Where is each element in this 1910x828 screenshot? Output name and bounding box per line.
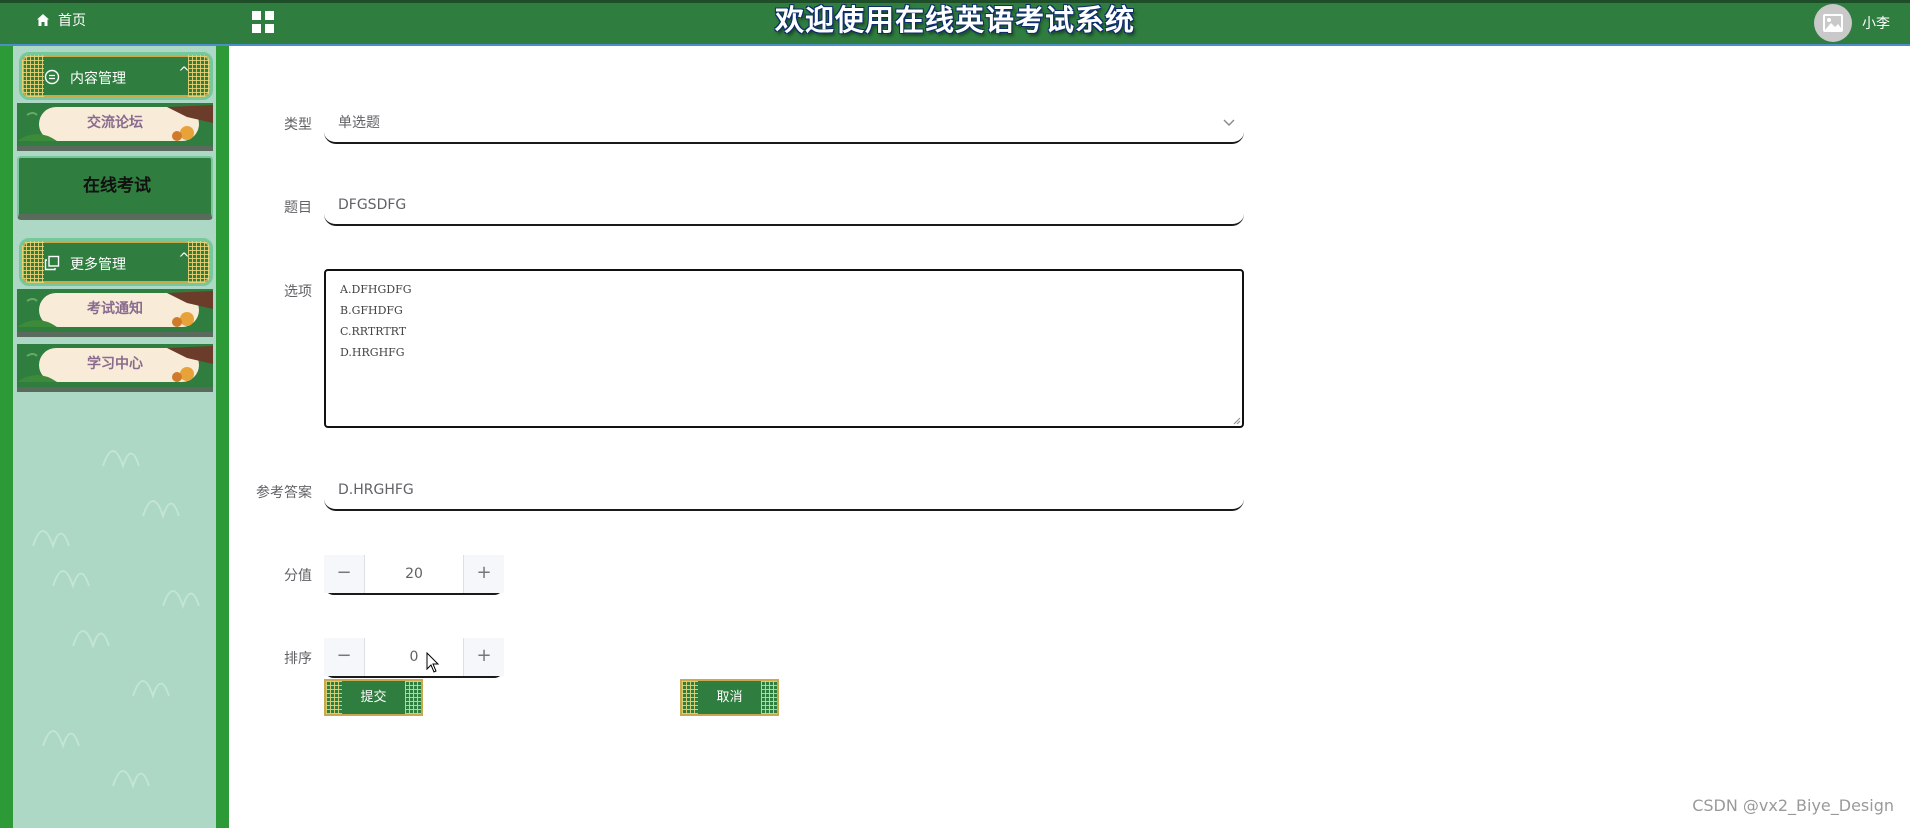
- sidebar-item-label: 学习中心: [87, 356, 143, 372]
- username: 小李: [1862, 16, 1890, 32]
- submit-button[interactable]: 提交: [324, 679, 423, 716]
- score-decrement-button[interactable]: −: [324, 555, 365, 593]
- score-value[interactable]: 20: [364, 555, 464, 593]
- menu-group-label: 更多管理: [70, 257, 126, 273]
- score-stepper[interactable]: − 20 +: [324, 555, 504, 595]
- order-increment-button[interactable]: +: [463, 638, 504, 676]
- order-decrement-button[interactable]: −: [324, 638, 365, 676]
- option-line: B.GFHDFG: [340, 304, 403, 317]
- message-icon: [44, 69, 60, 85]
- option-line: D.HRGHFG: [340, 346, 405, 359]
- cancel-button[interactable]: 取消: [680, 679, 779, 716]
- avatar[interactable]: [1814, 4, 1852, 42]
- order-value[interactable]: 0: [364, 638, 464, 676]
- menu-group-content[interactable]: 内容管理 ^: [19, 52, 213, 100]
- order-stepper[interactable]: − 0 +: [324, 638, 504, 678]
- top-header: 首页 欢迎使用在线英语考试系统 小李: [0, 0, 1910, 46]
- chevron-down-icon: [1223, 119, 1235, 126]
- question-label: 题目: [284, 200, 312, 216]
- chevron-up-icon: ^: [178, 251, 190, 267]
- score-label: 分值: [284, 568, 312, 584]
- sidebar: 内容管理 ^ 交流论坛 在线考试 更多管理 ^ 考试通知 学习中心: [0, 46, 229, 828]
- sidebar-item-study-center[interactable]: 学习中心: [17, 344, 213, 392]
- chevron-up-icon: ^: [178, 65, 190, 81]
- options-label: 选项: [284, 284, 312, 300]
- resize-handle-icon[interactable]: [1233, 417, 1241, 425]
- option-line: C.RRTRTRT: [340, 325, 407, 338]
- options-textarea[interactable]: A.DFHGDFG B.GFHDFG C.RRTRTRT D.HRGHFG: [324, 269, 1244, 428]
- type-select[interactable]: 单选题: [324, 104, 1244, 144]
- watermark: CSDN @vx2_Biye_Design: [1692, 796, 1894, 815]
- mouse-cursor-icon: [426, 652, 440, 673]
- answer-label: 参考答案: [256, 485, 312, 501]
- submit-button-label: 提交: [360, 690, 387, 705]
- site-title: 欢迎使用在线英语考试系统: [774, 3, 1135, 37]
- image-placeholder-icon: [1823, 14, 1843, 32]
- type-label: 类型: [284, 117, 312, 133]
- cancel-button-label: 取消: [716, 690, 743, 705]
- copy-icon: [44, 255, 60, 271]
- order-label: 排序: [284, 651, 312, 667]
- score-increment-button[interactable]: +: [463, 555, 504, 593]
- menu-group-label: 内容管理: [70, 71, 126, 87]
- answer-input[interactable]: D.HRGHFG: [324, 471, 1244, 511]
- sidebar-menu: 内容管理 ^ 交流论坛 在线考试 更多管理 ^ 考试通知 学习中心: [13, 46, 216, 828]
- option-line: A.DFHGDFG: [340, 283, 412, 296]
- user-menu[interactable]: 小李: [1814, 3, 1890, 43]
- question-input[interactable]: DFGSDFG: [324, 186, 1244, 226]
- type-select-value: 单选题: [338, 115, 380, 131]
- menu-group-more[interactable]: 更多管理 ^: [19, 238, 213, 286]
